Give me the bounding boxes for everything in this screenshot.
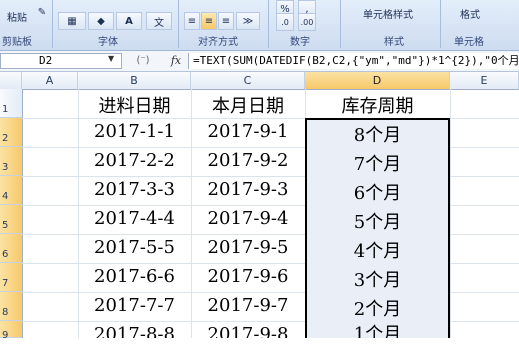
table-cell[interactable]: 2017-9-1 — [191, 121, 305, 147]
cell-styles-button[interactable]: 单元格样式 — [346, 4, 430, 22]
table-cell[interactable]: 5个月 — [305, 208, 450, 234]
table-cell[interactable]: 2017-3-3 — [78, 179, 191, 205]
formula-input[interactable]: =TEXT(SUM(DATEDIF(B2,C2,{"ym","md"})*1^{… — [188, 53, 519, 69]
increase-decimal-button[interactable]: .0 — [276, 13, 294, 31]
number-group-label: 数字 — [290, 37, 310, 48]
borders-button[interactable]: ▦ — [58, 12, 86, 30]
row-header-3[interactable]: 3 — [0, 147, 22, 176]
table-cell[interactable]: 2017-9-2 — [191, 150, 305, 176]
format-button[interactable]: 格式 — [446, 4, 494, 22]
align-left-button[interactable]: ≡ — [184, 12, 200, 30]
header-cell-c1[interactable]: 本月日期 — [191, 92, 305, 118]
row-header-9[interactable]: 9 — [0, 321, 22, 341]
font-color-button[interactable]: A — [116, 12, 142, 30]
table-cell[interactable]: 2017-4-4 — [78, 208, 191, 234]
decrease-decimal-button[interactable]: .00 — [298, 13, 316, 31]
font-group-label: 字体 — [98, 37, 118, 48]
chevron-down-icon[interactable]: ▼ — [108, 54, 114, 63]
table-cell[interactable]: 2017-2-2 — [78, 150, 191, 176]
alignment-group-label: 对齐方式 — [198, 37, 238, 48]
clipboard-group-label: 剪贴板 — [2, 37, 32, 48]
table-cell[interactable]: 2017-9-8 — [191, 324, 305, 338]
table-cell[interactable]: 2017-9-4 — [191, 208, 305, 234]
row-header-7[interactable]: 7 — [0, 263, 22, 292]
table-cell[interactable]: 2017-5-5 — [78, 237, 191, 263]
styles-group-label: 样式 — [384, 37, 404, 48]
ribbon-separator — [178, 0, 179, 48]
ribbon-separator — [52, 0, 53, 48]
formula-bar: D2 ▼ (⁻) fx =TEXT(SUM(DATEDIF(B2,C2,{"ym… — [0, 51, 519, 72]
name-box[interactable]: D2 — [0, 53, 122, 69]
insert-function-button[interactable]: fx — [166, 53, 186, 69]
table-cell[interactable]: 2017-7-7 — [78, 295, 191, 321]
paste-button[interactable]: 粘贴 — [2, 2, 32, 30]
column-header-b[interactable]: B — [78, 72, 191, 89]
table-cell[interactable]: 4个月 — [305, 237, 450, 263]
ribbon-separator — [440, 0, 441, 48]
row-header-1[interactable]: 1 — [0, 89, 22, 118]
format-painter-icon[interactable]: ✎ — [34, 4, 50, 20]
gridline — [450, 89, 451, 338]
header-cell-b1[interactable]: 进料日期 — [78, 92, 191, 118]
row-header-6[interactable]: 6 — [0, 234, 22, 263]
column-header-c[interactable]: C — [191, 72, 305, 89]
table-cell[interactable]: 2017-6-6 — [78, 266, 191, 292]
table-cell[interactable]: 7个月 — [305, 150, 450, 176]
header-cell-d1[interactable]: 库存周期 — [305, 92, 450, 118]
row-header-8[interactable]: 8 — [0, 292, 22, 321]
orientation-button[interactable]: ≫ — [236, 12, 260, 30]
phonetic-button[interactable]: 文 — [146, 12, 172, 30]
row-header-2[interactable]: 2 — [0, 118, 22, 147]
column-header-d[interactable]: D — [305, 72, 450, 89]
align-center-button[interactable]: ≡ — [201, 12, 217, 30]
row-header-4[interactable]: 4 — [0, 176, 22, 205]
ribbon-separator — [340, 0, 341, 48]
fill-color-button[interactable]: ◆ — [88, 12, 114, 30]
table-cell[interactable]: 2个月 — [305, 295, 450, 321]
row-headers: 1 2 3 4 5 6 7 8 9 — [0, 89, 23, 341]
table-cell[interactable]: 1个月 — [305, 324, 450, 338]
table-cell[interactable]: 2017-9-7 — [191, 295, 305, 321]
table-cell[interactable]: 2017-1-1 — [78, 121, 191, 147]
column-header-e[interactable]: E — [450, 72, 519, 89]
ribbon: 粘贴 ✎ 剪贴板 ▦ ◆ A 文 字体 ≡ ≡ ≡ ≫ 对齐方式 % , .0 … — [0, 0, 519, 51]
table-cell[interactable]: 3个月 — [305, 266, 450, 292]
column-header-a[interactable]: A — [22, 72, 78, 89]
table-cell[interactable]: 2017-9-5 — [191, 237, 305, 263]
column-headers: A B C D E — [0, 72, 519, 90]
table-cell[interactable]: 2017-8-8 — [78, 324, 191, 338]
select-all-button[interactable] — [0, 72, 22, 89]
ribbon-separator — [268, 0, 269, 48]
formula-bar-resize-icon[interactable]: (⁻) — [124, 53, 162, 69]
cells-group-label: 单元格 — [454, 37, 484, 48]
table-cell[interactable]: 8个月 — [305, 121, 450, 147]
table-cell[interactable]: 6个月 — [305, 179, 450, 205]
table-cell[interactable]: 2017-9-6 — [191, 266, 305, 292]
table-cell[interactable]: 2017-9-3 — [191, 179, 305, 205]
align-right-button[interactable]: ≡ — [218, 12, 234, 30]
row-header-5[interactable]: 5 — [0, 205, 22, 234]
cell-grid[interactable]: 进料日期 本月日期 库存周期 2017-1-1 2017-9-1 8个月 201… — [22, 89, 519, 338]
